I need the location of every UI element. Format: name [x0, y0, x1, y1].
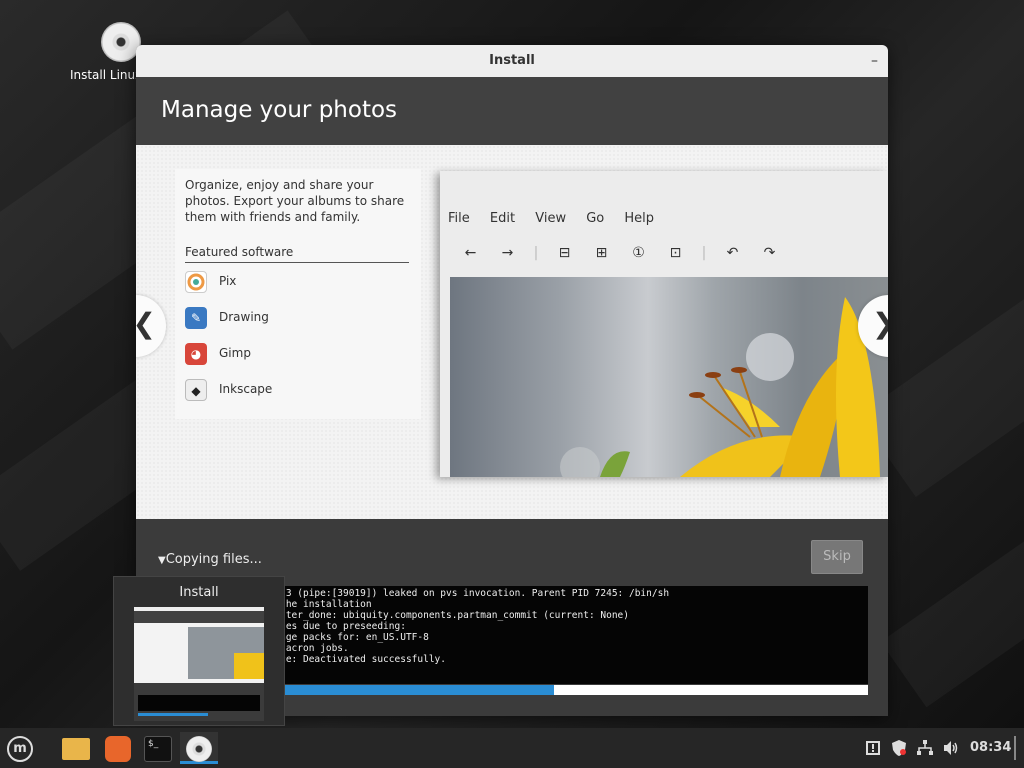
terminal-launcher[interactable]: $_ [142, 732, 174, 764]
installer-icon [186, 735, 212, 762]
menu-go: Go [586, 211, 605, 226]
minimize-button[interactable]: – [871, 45, 878, 77]
back-arrow-icon: ← [464, 245, 477, 261]
menu-help: Help [624, 211, 655, 226]
menu-icon: m [7, 735, 33, 762]
chevron-right-icon: ❯ [872, 307, 888, 340]
window-titlebar[interactable]: Install – [136, 45, 888, 77]
notification-icon[interactable] [865, 728, 881, 768]
forward-arrow-icon: → [501, 245, 514, 261]
show-desktop-button[interactable] [1014, 728, 1016, 768]
featured-software-title: Featured software [185, 245, 409, 263]
window-preview-popup[interactable]: Install [113, 576, 285, 726]
zoom-fit-icon: ⊡ [669, 245, 682, 261]
menu-view: View [535, 211, 567, 226]
shield-icon[interactable] [890, 728, 908, 768]
clock[interactable]: 08:34 [970, 728, 1011, 768]
slide-description: Organize, enjoy and share your photos. E… [185, 178, 405, 224]
menu-button[interactable]: m [4, 732, 36, 764]
terminal-icon: $_ [144, 735, 172, 762]
drawing-icon: ✎ [185, 306, 207, 329]
rotate-left-icon: ↶ [726, 245, 739, 261]
app-pix: Pix [185, 269, 236, 293]
triangle-down-icon: ▼ [158, 555, 166, 566]
inkscape-icon: ◆ [185, 378, 207, 401]
rotate-right-icon: ↷ [763, 245, 776, 261]
firefox-launcher[interactable] [102, 732, 134, 764]
previous-slide-button[interactable]: ❮ [136, 295, 166, 357]
preview-title: Install [179, 585, 219, 600]
app-screenshot: File Edit View Go Help ← → | ⊟ ⊞ ① ⊡ | ↶ ↷ [440, 171, 888, 477]
skip-button[interactable]: Skip [811, 540, 863, 574]
app-name: Pix [219, 274, 237, 288]
zoom-normal-icon: ① [632, 245, 645, 261]
pix-icon [185, 270, 207, 293]
zoom-out-icon: ⊟ [558, 245, 571, 261]
app-gimp: ◕ Gimp [185, 341, 251, 365]
app-drawing: ✎ Drawing [185, 305, 269, 329]
info-card: Organize, enjoy and share your photos. E… [175, 169, 421, 419]
details-expander[interactable]: ▼Copying files... [158, 552, 262, 567]
screenshot-toolbar: ← → | ⊟ ⊞ ① ⊡ | ↶ ↷ [452, 245, 788, 261]
window-thumbnail [134, 607, 264, 721]
menu-edit: Edit [489, 211, 516, 226]
app-name: Inkscape [219, 382, 273, 396]
volume-icon[interactable] [942, 728, 960, 768]
chevron-left-icon: ❮ [136, 307, 156, 340]
network-icon[interactable] [916, 728, 934, 768]
installer-task-button[interactable] [180, 732, 218, 764]
status-text: Copying files... [165, 552, 262, 567]
taskbar: m $_ 08:34 [0, 728, 1024, 768]
app-name: Drawing [219, 310, 269, 324]
app-name: Gimp [219, 346, 251, 360]
disc-icon [101, 22, 141, 62]
screenshot-menubar: File Edit View Go Help [448, 211, 670, 226]
firefox-icon [105, 735, 131, 762]
slideshow: Organize, enjoy and share your photos. E… [136, 145, 888, 519]
files-launcher[interactable] [60, 732, 92, 764]
window-title: Install [489, 53, 535, 68]
menu-file: File [448, 211, 470, 226]
zoom-in-icon: ⊞ [595, 245, 608, 261]
lily-photo [450, 277, 888, 477]
page-title: Manage your photos [136, 77, 888, 145]
app-inkscape: ◆ Inkscape [185, 377, 272, 401]
gimp-icon: ◕ [185, 342, 207, 365]
files-icon [62, 737, 90, 760]
